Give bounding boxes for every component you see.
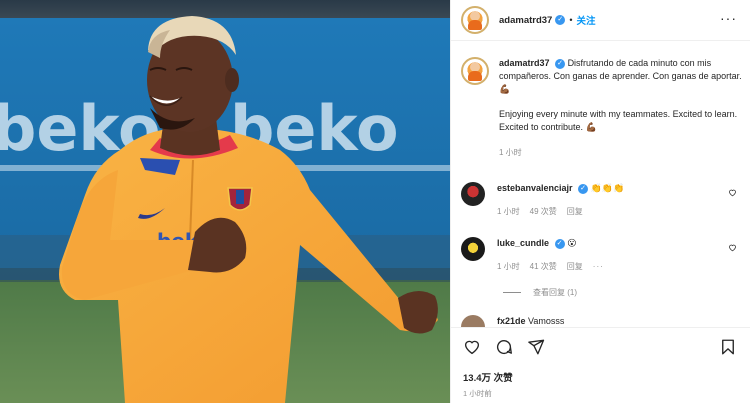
comment-more-icon[interactable]: ··· — [593, 261, 604, 273]
post-photo[interactable]: beko beko beko — [0, 0, 450, 403]
likes-count[interactable]: 13.4万 次赞 — [463, 370, 513, 384]
caption-timestamp: 1 小时 — [499, 148, 522, 157]
post-side-panel: adamatrd37 ✓ • 关注 ··· adamatrd37 ✓ Disfr… — [450, 0, 750, 403]
caption-avatar[interactable] — [461, 57, 489, 85]
commenter-avatar[interactable] — [461, 182, 485, 206]
comment-likes[interactable]: 41 次赞 — [530, 261, 557, 273]
like-heart-icon[interactable] — [463, 338, 481, 356]
comment-text: 👏👏👏 — [590, 183, 625, 193]
verified-badge-icon: ✓ — [578, 183, 589, 194]
commenter-avatar[interactable] — [461, 237, 485, 261]
replies-divider — [503, 292, 521, 293]
comment-timestamp: 1 小时 — [497, 262, 520, 271]
comment-text: Vamosss — [528, 316, 565, 326]
post-caption: adamatrd37 ✓ Disfrutando de cada minuto … — [461, 57, 743, 159]
save-bookmark-icon[interactable] — [719, 338, 737, 356]
header-separator: • — [569, 15, 573, 25]
reply-button[interactable]: 回复 — [567, 206, 583, 218]
follow-button[interactable]: 关注 — [577, 13, 596, 27]
share-icon[interactable] — [527, 338, 545, 356]
caption-en: Enjoying every minute with my teammates.… — [499, 109, 738, 132]
post-actions: 13.4万 次赞 1 小时前 — [451, 327, 750, 403]
comment-icon[interactable] — [495, 338, 513, 356]
comment-timestamp: 1 小时 — [497, 207, 520, 216]
comment-text: 😮 — [567, 238, 577, 248]
flexed-biceps-emoji: 💪🏾 — [585, 122, 597, 132]
caption-username[interactable]: adamatrd37 — [499, 58, 550, 68]
post-timestamp: 1 小时前 — [463, 389, 492, 398]
caption-text-en: Enjoying every minute with my teammates.… — [499, 108, 743, 134]
caption-text-es: adamatrd37 ✓ Disfrutando de cada minuto … — [499, 57, 743, 96]
verified-badge-icon: ✓ — [555, 58, 566, 69]
more-options-icon[interactable]: ··· — [720, 10, 737, 26]
commenter-username[interactable]: fx21de — [497, 316, 526, 326]
comments-section[interactable]: adamatrd37 ✓ Disfrutando de cada minuto … — [451, 41, 750, 327]
view-replies-label: 查看回复 (1) — [533, 288, 577, 297]
comment-item: luke_cundle ✓ 😮 1 小时 41 次赞 回复 ··· — [461, 237, 743, 273]
post-header: adamatrd37 ✓ • 关注 ··· — [451, 0, 750, 41]
commenter-avatar[interactable] — [461, 315, 485, 327]
commenter-username[interactable]: estebanvalenciajr — [497, 183, 573, 193]
player-training-photo: beko beko beko — [0, 0, 450, 403]
verified-badge-icon: ✓ — [554, 238, 565, 249]
like-comment-heart-icon[interactable] — [728, 243, 737, 252]
comment-likes[interactable]: 49 次赞 — [530, 206, 557, 218]
comment-item: estebanvalenciajr ✓ 👏👏👏 1 小时 49 次赞 回复 — [461, 182, 743, 218]
author-avatar[interactable] — [461, 6, 489, 34]
view-replies-button[interactable]: 查看回复 (1) — [503, 287, 577, 298]
author-username[interactable]: adamatrd37 — [499, 15, 552, 26]
reply-button[interactable]: 回复 — [567, 261, 583, 273]
flexed-biceps-emoji: 💪🏾 — [499, 84, 511, 94]
comment-item-partial: fx21de Vamosss — [461, 315, 717, 327]
verified-badge-icon: ✓ — [555, 15, 566, 25]
commenter-username[interactable]: luke_cundle — [497, 238, 549, 248]
like-comment-heart-icon[interactable] — [728, 188, 737, 197]
